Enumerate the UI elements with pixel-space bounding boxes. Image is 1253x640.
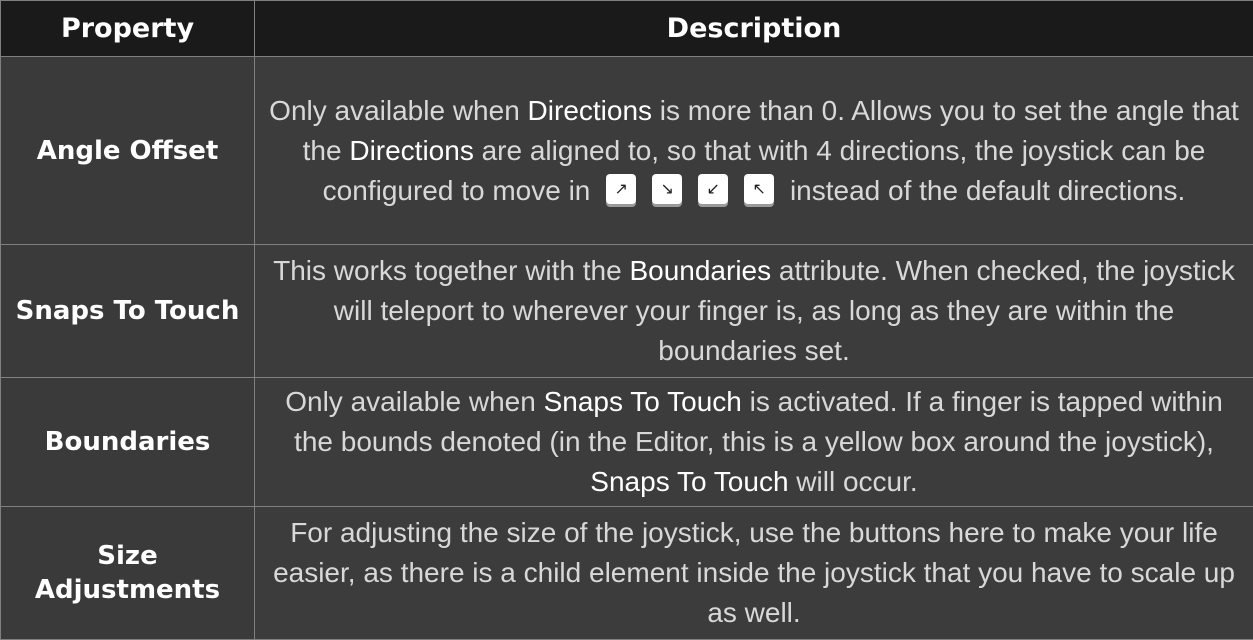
property-name: Size Adjustments: [1, 507, 255, 640]
property-description: Only available when Directions is more t…: [255, 57, 1253, 245]
table-row: Boundaries Only available when Snaps To …: [1, 378, 1253, 507]
description-text: Only available when: [269, 95, 527, 126]
property-table: Property Description Angle Offset Only a…: [0, 0, 1253, 640]
property-name: Snaps To Touch: [1, 245, 255, 378]
description-text: instead of the default directions.: [790, 175, 1185, 206]
table-row: Snaps To Touch This works together with …: [1, 245, 1253, 378]
description-text: For adjusting the size of the joystick, …: [273, 517, 1235, 628]
property-description: Only available when Snaps To Touch is ac…: [255, 378, 1253, 507]
description-text: Only available when: [285, 386, 543, 417]
property-name: Angle Offset: [1, 57, 255, 245]
keyword: Directions: [528, 95, 652, 126]
property-description: This works together with the Boundaries …: [255, 245, 1253, 378]
arrow-down-right-icon: ↘: [652, 174, 682, 204]
keyword: Snaps To Touch: [544, 386, 742, 417]
arrow-up-left-icon: ↖: [744, 174, 774, 204]
arrow-up-right-icon: ↗: [606, 174, 636, 204]
header-property: Property: [1, 1, 255, 57]
property-description: For adjusting the size of the joystick, …: [255, 507, 1253, 640]
description-text: will occur.: [789, 466, 918, 497]
header-description: Description: [255, 1, 1253, 57]
keyword: Boundaries: [629, 255, 771, 286]
header-row: Property Description: [1, 1, 1253, 57]
arrow-down-left-icon: ↙: [698, 174, 728, 204]
property-name: Boundaries: [1, 378, 255, 507]
description-text: This works together with the: [273, 255, 629, 286]
keyword: Snaps To Touch: [590, 466, 788, 497]
table-row: Size Adjustments For adjusting the size …: [1, 507, 1253, 640]
table-row: Angle Offset Only available when Directi…: [1, 57, 1253, 245]
keyword: Directions: [349, 135, 473, 166]
